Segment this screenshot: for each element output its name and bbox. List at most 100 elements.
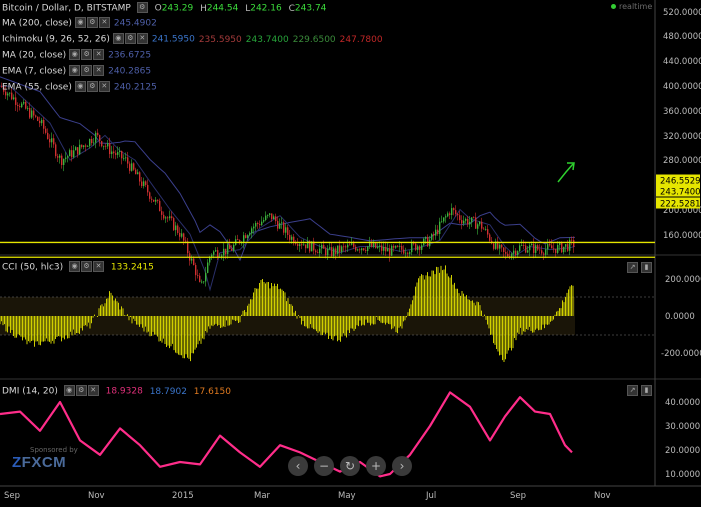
candle-body [7,93,9,96]
eye-icon[interactable]: ◉ [69,49,81,60]
candle-body [383,246,385,251]
candle-body [69,150,71,157]
candle-body [171,216,173,219]
candle-body [221,255,223,257]
candle-body [215,250,217,252]
settings-icon[interactable]: ⚙ [124,33,136,44]
scroll-left-button[interactable]: ‹ [288,456,308,476]
indicator-controls[interactable]: ◉ ⚙ ✕ [74,81,111,93]
candle-body [119,150,121,152]
indicator-controls[interactable]: ◉ ⚙ ✕ [112,33,149,45]
candle-body [371,242,373,247]
fxcm-logo[interactable]: ZFXCM [12,454,66,471]
zoom-in-button[interactable]: + [366,456,386,476]
settings-icon[interactable]: ⚙ [75,385,87,396]
candle-body [493,243,495,249]
ema-line [0,85,576,292]
scroll-right-button[interactable]: › [392,456,412,476]
indicator-controls[interactable]: ◉ ⚙ ✕ [74,17,111,29]
dmi-controls[interactable]: ◉ ⚙ ✕ [63,385,100,397]
indicator-controls[interactable]: ◉ ⚙ ✕ [69,49,105,61]
candle-body [247,235,249,238]
candle-body [375,242,377,248]
settings-icon[interactable]: ⚙ [81,65,93,76]
candle-body [59,155,61,158]
candle-body [97,132,99,136]
candle-body [37,116,39,121]
eye-icon[interactable]: ◉ [69,65,81,76]
candle-body [269,213,271,215]
eye-icon[interactable]: ◉ [69,261,81,272]
indicator-controls[interactable]: ◉ ⚙ ✕ [69,65,105,77]
candle-body [523,245,525,246]
settings-icon[interactable]: ⚙ [86,17,98,28]
candle-body [167,217,169,219]
close-icon[interactable]: ✕ [93,49,105,60]
candle-body [453,208,455,211]
candle-body [229,244,231,249]
candle-body [377,246,379,248]
close-icon[interactable]: ✕ [136,33,148,44]
symbol-controls[interactable]: ⚙ [136,2,149,14]
eye-icon[interactable]: ◉ [74,17,86,28]
maximize-icon[interactable]: ↗ [627,385,638,396]
candle-body [107,143,109,147]
candle-body [299,244,301,246]
candle-body [169,216,171,219]
close-icon[interactable]: ✕ [93,261,105,272]
settings-icon[interactable]: ⚙ [81,261,93,272]
price-marker-label: 222.5281 [660,200,701,210]
low-value: 242.16 [250,3,282,14]
eye-icon[interactable]: ◉ [74,81,86,92]
candle-body [527,250,529,253]
trend-arrow-line [557,163,574,183]
cci-tick-label: -200.0000 [661,349,701,359]
candle-body [333,248,335,256]
settings-icon[interactable]: ⚙ [81,49,93,60]
reset-chart-button[interactable]: ↻ [340,456,360,476]
candle-body [185,240,187,242]
candle-body [525,245,527,253]
zoom-out-button[interactable]: − [314,456,334,476]
candle-body [87,146,89,147]
settings-icon[interactable]: ⚙ [136,2,148,13]
candle-body [461,220,463,224]
candle-body [277,221,279,229]
candle-body [425,236,427,239]
candle-body [141,181,143,187]
close-icon[interactable]: ✕ [93,65,105,76]
cci-controls[interactable]: ◉ ⚙ ✕ [69,261,105,273]
close-icon[interactable]: ✕ [98,81,110,92]
eye-icon[interactable]: ◉ [112,33,124,44]
close-icon[interactable]: ✕ [98,17,110,28]
candle-body [203,281,205,283]
candle-body [357,249,359,251]
delete-icon[interactable]: ▮ [641,385,652,396]
candle-body [163,214,165,219]
candle-body [301,244,303,246]
candle-body [519,245,521,252]
candle-body [317,252,319,254]
eye-icon[interactable]: ◉ [63,385,75,396]
candle-body [387,248,389,252]
time-tick-label: May [338,491,356,501]
close-icon[interactable]: ✕ [87,385,99,396]
candle-body [117,151,119,155]
maximize-icon[interactable]: ↗ [627,262,638,273]
candle-body [325,248,327,256]
candle-body [517,251,519,256]
candle-body [43,119,45,129]
cci-tick-label: 200.0000 [665,275,701,285]
candle-body [395,245,397,248]
indicator-value: 235.5950 [198,34,242,45]
candle-body [55,144,57,157]
candle-body [351,243,353,245]
candle-body [225,248,227,255]
candle-body [443,217,445,222]
candle-body [569,239,571,251]
settings-icon[interactable]: ⚙ [86,81,98,92]
delete-icon[interactable]: ▮ [641,262,652,273]
candle-body [193,258,195,266]
candle-body [487,229,489,235]
candle-body [305,244,307,249]
